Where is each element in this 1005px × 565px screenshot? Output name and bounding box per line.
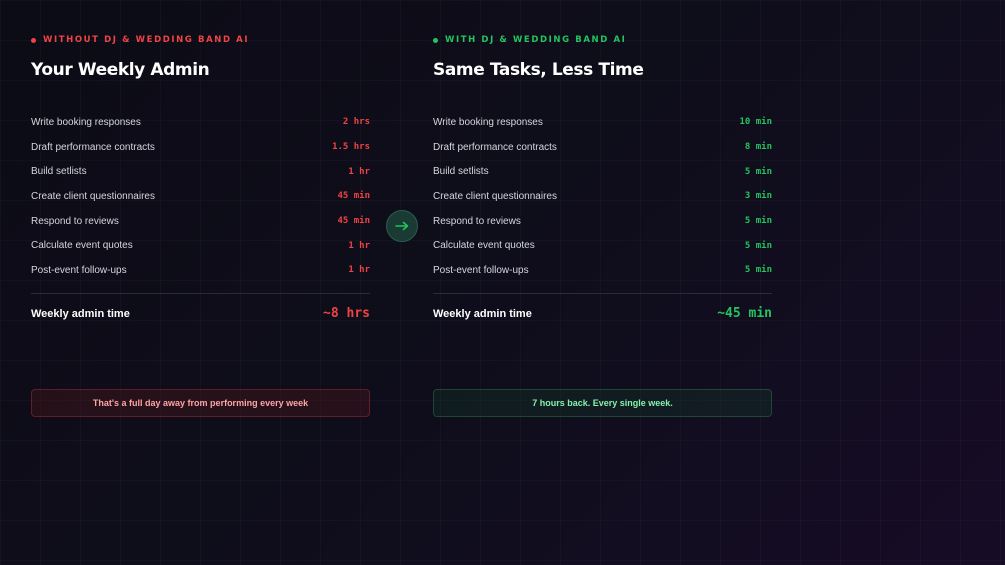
- task-row: Create client questionnaires 45 min: [31, 184, 370, 209]
- with-panel: WITH DJ & WEDDING BAND AI Same Tasks, Le…: [433, 34, 772, 325]
- task-label: Build setlists: [31, 166, 87, 178]
- task-row: Build setlists 5 min: [433, 159, 772, 184]
- arrow-badge: [386, 210, 418, 242]
- task-time: 5 min: [744, 265, 772, 276]
- task-label: Respond to reviews: [31, 215, 119, 227]
- task-label: Calculate event quotes: [31, 240, 133, 252]
- with-divider: [433, 292, 772, 294]
- task-row: Draft performance contracts 1.5 hrs: [31, 135, 370, 160]
- task-label: Create client questionnaires: [433, 190, 557, 202]
- without-eyebrow-text: WITHOUT DJ & WEDDING BAND AI: [43, 35, 250, 45]
- task-row: Draft performance contracts 8 min: [433, 135, 772, 160]
- task-time: 5 min: [744, 240, 772, 251]
- without-task-list: Write booking responses 2 hrs Draft perf…: [31, 110, 370, 283]
- task-row: Post-event follow-ups 1 hr: [31, 258, 370, 283]
- task-time: 1 hr: [348, 240, 370, 251]
- task-row: Calculate event quotes 1 hr: [31, 233, 370, 258]
- total-label: Weekly admin time: [433, 307, 532, 320]
- without-divider: [31, 292, 370, 294]
- green-dot-icon: [433, 37, 438, 43]
- task-time: 1.5 hrs: [332, 142, 370, 153]
- with-callout-text: 7 hours back. Every single week.: [532, 398, 673, 408]
- with-eyebrow: WITH DJ & WEDDING BAND AI: [433, 34, 772, 46]
- task-label: Post-event follow-ups: [433, 264, 529, 276]
- task-row: Post-event follow-ups 5 min: [433, 258, 772, 283]
- task-label: Build setlists: [433, 166, 489, 178]
- task-time: 45 min: [337, 216, 370, 227]
- task-time: 5 min: [744, 216, 772, 227]
- arrow-right-icon: [395, 221, 409, 231]
- without-callout: That's a full day away from performing e…: [31, 389, 370, 417]
- task-time: 1 hr: [348, 166, 370, 177]
- task-time: 2 hrs: [342, 117, 370, 128]
- with-title: Same Tasks, Less Time: [433, 60, 644, 80]
- red-dot-icon: [31, 37, 36, 43]
- task-row: Write booking responses 10 min: [433, 110, 772, 135]
- without-title: Your Weekly Admin: [31, 60, 210, 80]
- total-value: ~45 min: [717, 306, 772, 322]
- task-label: Write booking responses: [433, 116, 543, 128]
- without-callout-text: That's a full day away from performing e…: [92, 398, 309, 408]
- without-eyebrow: WITHOUT DJ & WEDDING BAND AI: [31, 34, 370, 46]
- with-callout: 7 hours back. Every single week.: [433, 389, 772, 417]
- task-time: 3 min: [744, 191, 772, 202]
- task-label: Draft performance contracts: [433, 141, 557, 153]
- task-time: 45 min: [337, 191, 370, 202]
- with-task-list: Write booking responses 10 min Draft per…: [433, 110, 772, 283]
- task-row: Write booking responses 2 hrs: [31, 110, 370, 135]
- task-row: Respond to reviews 45 min: [31, 209, 370, 234]
- with-total-row: Weekly admin time ~45 min: [433, 303, 772, 325]
- task-label: Write booking responses: [31, 116, 141, 128]
- task-label: Create client questionnaires: [31, 190, 155, 202]
- task-label: Post-event follow-ups: [31, 264, 127, 276]
- task-time: 8 min: [744, 142, 772, 153]
- task-row: Build setlists 1 hr: [31, 159, 370, 184]
- task-time: 1 hr: [348, 265, 370, 276]
- task-label: Draft performance contracts: [31, 141, 155, 153]
- with-eyebrow-text: WITH DJ & WEDDING BAND AI: [445, 35, 627, 45]
- task-time: 5 min: [744, 166, 772, 177]
- task-row: Create client questionnaires 3 min: [433, 184, 772, 209]
- task-label: Respond to reviews: [433, 215, 521, 227]
- task-row: Calculate event quotes 5 min: [433, 233, 772, 258]
- task-row: Respond to reviews 5 min: [433, 209, 772, 234]
- total-label: Weekly admin time: [31, 307, 130, 320]
- task-time: 10 min: [739, 117, 772, 128]
- without-total-row: Weekly admin time ~8 hrs: [31, 303, 370, 325]
- total-value: ~8 hrs: [323, 306, 370, 322]
- task-label: Calculate event quotes: [433, 240, 535, 252]
- without-panel: WITHOUT DJ & WEDDING BAND AI Your Weekly…: [31, 34, 370, 325]
